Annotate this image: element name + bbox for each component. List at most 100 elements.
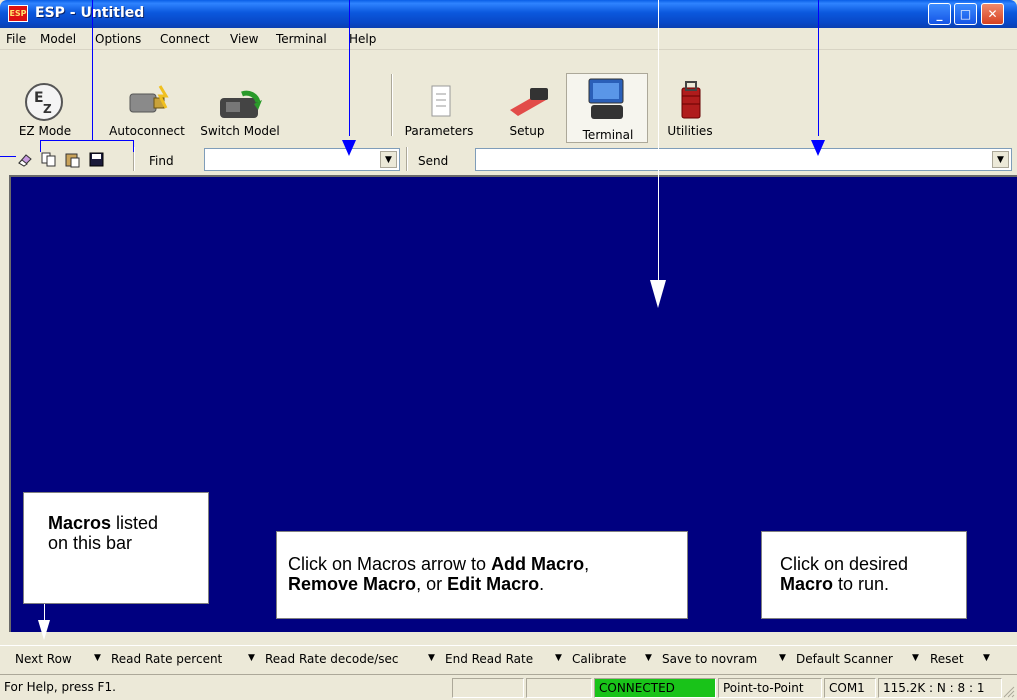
toolbar-separator [406, 147, 408, 171]
callout-edit-macros: Click on Macros arrow to Add Macro, Remo… [276, 531, 688, 619]
esp-app-icon: ESP [8, 5, 28, 22]
status-mode: Point-to-Point [718, 678, 822, 698]
menu-options[interactable]: Options [95, 32, 141, 46]
autoconnect-button[interactable]: Autoconnect [106, 80, 188, 142]
callout-arrowhead-icon [811, 140, 825, 156]
setup-label: Setup [509, 124, 545, 138]
find-label: Find [149, 154, 174, 168]
callout-text: to run. [833, 574, 890, 594]
window-title: ESP - Untitled [35, 5, 145, 21]
callout-text: Click on Macros arrow to [288, 554, 492, 574]
chevron-down-icon[interactable]: ▼ [380, 151, 397, 168]
macro-dropdown-icon[interactable]: ▼ [645, 653, 652, 663]
macro-default-scanner[interactable]: Default Scanner [796, 652, 893, 666]
status-help-text: For Help, press F1. [4, 680, 116, 694]
callout-macros-text2: on this bar [48, 533, 133, 553]
macro-dropdown-icon[interactable]: ▼ [248, 653, 255, 663]
macro-read-rate-decode[interactable]: Read Rate decode/sec [265, 652, 399, 666]
resize-grip-icon[interactable] [1002, 685, 1015, 698]
terminal-icon [588, 78, 624, 119]
chevron-down-icon[interactable]: ▼ [992, 151, 1009, 168]
macro-end-read-rate[interactable]: End Read Rate [445, 652, 533, 666]
callout-run-macro-bold: Macro [780, 574, 834, 594]
save-icon[interactable] [88, 151, 105, 168]
callout-line [349, 0, 350, 136]
macro-reset[interactable]: Reset [930, 652, 964, 666]
macro-dropdown-icon[interactable]: ▼ [983, 653, 990, 663]
menu-connect[interactable]: Connect [160, 32, 210, 46]
callout-line [658, 0, 659, 280]
minimize-button[interactable]: _ [928, 3, 951, 25]
callout-arrowhead-icon [38, 620, 50, 640]
status-bar: For Help, press F1. CONNECTED Point-to-P… [0, 674, 1017, 700]
menu-bar: File Model Options Connect View Terminal… [0, 28, 1017, 50]
callout-text: , or [416, 574, 448, 594]
close-button[interactable]: ✕ [981, 3, 1004, 25]
status-settings: 115.2K : N : 8 : 1 [878, 678, 1002, 698]
macro-dropdown-icon[interactable]: ▼ [779, 653, 786, 663]
send-combobox[interactable]: ▼ [475, 148, 1012, 171]
copy-icon[interactable] [40, 151, 57, 168]
utilities-button[interactable]: Utilities [660, 80, 720, 142]
title-bar[interactable]: ESP ESP - Untitled _ □ ✕ [0, 0, 1017, 28]
eraser-icon[interactable] [16, 151, 33, 168]
macro-save-to-novram[interactable]: Save to novram [662, 652, 757, 666]
status-connected-badge: CONNECTED [594, 678, 716, 698]
macro-dropdown-icon[interactable]: ▼ [428, 653, 435, 663]
macro-next-row[interactable]: Next Row [15, 652, 72, 666]
esp-window: ESP ESP - Untitled _ □ ✕ File Model Opti… [0, 0, 1017, 700]
status-cell-empty [526, 678, 592, 698]
menu-terminal[interactable]: Terminal [276, 32, 327, 46]
switch-model-icon [220, 90, 262, 118]
callout-line [92, 0, 93, 140]
parameters-button[interactable]: Parameters [400, 80, 478, 142]
setup-button[interactable]: Setup [496, 80, 558, 142]
callout-text: , [584, 554, 590, 574]
terminal-label: Terminal [582, 128, 634, 142]
toolbar-separator [391, 74, 393, 136]
ez-mode-button[interactable]: E Z EZ Mode [14, 80, 76, 142]
send-label: Send [418, 154, 449, 168]
callout-line [40, 140, 41, 152]
ez-mode-label: EZ Mode [18, 124, 72, 138]
status-cell-empty [452, 678, 524, 698]
scanner-setup-icon [510, 88, 548, 116]
terminal-button[interactable]: Terminal [566, 73, 648, 143]
callout-macros-bold: Macros [48, 513, 112, 533]
macro-dropdown-icon[interactable]: ▼ [555, 653, 562, 663]
callout-remove-macro: Remove Macro [288, 574, 417, 594]
callout-text: . [539, 574, 545, 594]
menu-file[interactable]: File [6, 32, 26, 46]
callout-macros-bar: Macros listed on this bar [23, 492, 209, 604]
callout-edit-macro: Edit Macro [447, 574, 540, 594]
callout-line [0, 156, 16, 157]
callout-arrowhead-icon [342, 140, 356, 156]
parameters-label: Parameters [404, 124, 474, 138]
callout-add-macro: Add Macro [491, 554, 585, 574]
callout-text: Click on desired [780, 554, 909, 574]
find-combobox[interactable]: ▼ [204, 148, 400, 171]
maximize-button[interactable]: □ [954, 3, 977, 25]
callout-line [133, 140, 134, 152]
macros-bar: Next Row ▼ Read Rate percent ▼ Read Rate… [0, 645, 1017, 671]
paste-icon[interactable] [64, 151, 81, 168]
status-port: COM1 [824, 678, 876, 698]
utilities-toolbox-icon [681, 81, 701, 119]
macro-read-rate-percent[interactable]: Read Rate percent [111, 652, 222, 666]
menu-model[interactable]: Model [40, 32, 76, 46]
autoconnect-label: Autoconnect [109, 124, 185, 138]
macro-calibrate[interactable]: Calibrate [572, 652, 626, 666]
callout-run-macro: Click on desired Macro to run. [761, 531, 967, 619]
menu-view[interactable]: View [230, 32, 258, 46]
menu-help[interactable]: Help [349, 32, 376, 46]
callout-line [40, 140, 134, 141]
ez-mode-icon: E Z [25, 83, 63, 121]
callout-line [818, 0, 819, 136]
macro-dropdown-icon[interactable]: ▼ [94, 653, 101, 663]
macro-dropdown-icon[interactable]: ▼ [912, 653, 919, 663]
callout-arrowhead-icon [650, 280, 666, 308]
switch-model-button[interactable]: Switch Model [196, 80, 284, 142]
autoconnect-icon [129, 85, 169, 113]
switch-model-label: Switch Model [200, 124, 280, 138]
utilities-label: Utilities [667, 124, 713, 138]
